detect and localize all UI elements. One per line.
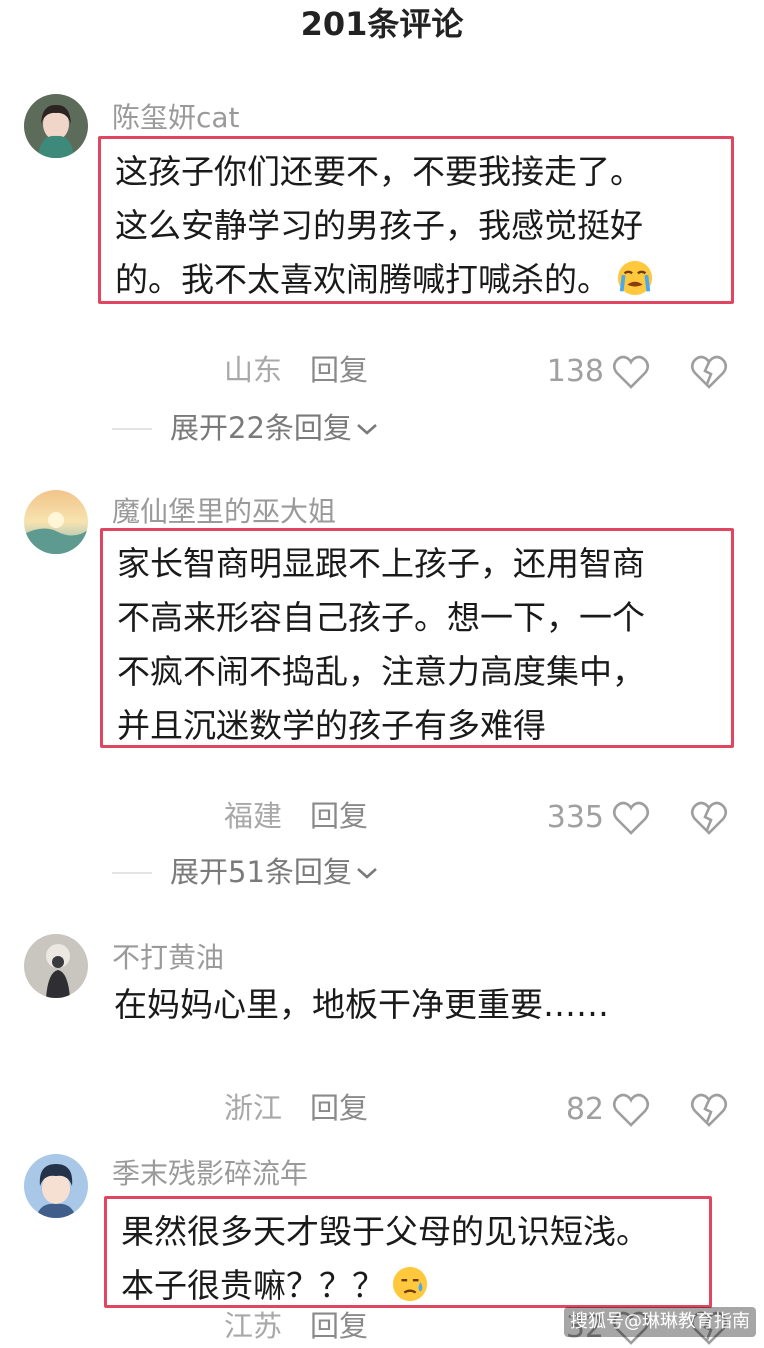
comment-location: 福建: [224, 799, 283, 833]
username[interactable]: 季末残影碎流年: [112, 1152, 308, 1192]
reply-button[interactable]: 回复: [310, 1088, 368, 1128]
avatar-image: [24, 94, 88, 158]
comment-text: 不疯不闹不捣乱，注意力高度集中，: [117, 652, 645, 691]
broken-heart-dislike-icon[interactable]: [690, 1092, 728, 1128]
comment-highlight-box: 这孩子你们还要不，不要我接走了。 这么安静学习的男孩子，我感觉挺好 的。我不太喜…: [98, 136, 734, 304]
comments-count-title: 201条评论: [300, 5, 464, 43]
avatar[interactable]: [24, 1154, 88, 1218]
watermark: 搜狐号@琳琳教育指南: [564, 1307, 756, 1337]
comment-text: 的。我不太喜欢闹腾喊打喊杀的。: [115, 260, 610, 299]
like-count: 335: [546, 800, 604, 835]
like-count: 138: [546, 354, 604, 389]
divider: [112, 872, 152, 874]
comment-text: 家长智商明显跟不上孩子，还用智商: [117, 544, 645, 583]
comment-highlight-box: 家长智商明显跟不上孩子，还用智商 不高来形容自己孩子。想一下，一个 不疯不闹不捣…: [100, 528, 734, 748]
comment-text: 本子很贵嘛？？？: [121, 1259, 697, 1313]
expand-replies-button[interactable]: 展开51条回复: [170, 852, 378, 892]
username[interactable]: 陈玺妍cat: [112, 96, 240, 136]
reply-button[interactable]: 回复: [310, 796, 368, 836]
expand-replies-label: 展开22条回复: [170, 411, 352, 445]
comment-text: 的。我不太喜欢闹腾喊打喊杀的。: [115, 253, 719, 307]
comment-location: 浙江: [224, 1091, 283, 1125]
like-count: 82: [565, 1092, 604, 1127]
comment-text: 并且沉迷数学的孩子有多难得: [117, 706, 546, 745]
expand-replies-button[interactable]: 展开22条回复: [170, 408, 378, 448]
expand-replies-label: 展开51条回复: [170, 855, 352, 889]
avatar[interactable]: [24, 490, 88, 554]
avatar[interactable]: [24, 94, 88, 158]
comment-highlight-box: 果然很多天才毁于父母的见识短浅。 本子很贵嘛？？？: [104, 1196, 712, 1308]
heart-like-icon[interactable]: [612, 1092, 650, 1128]
avatar-image: [24, 490, 88, 554]
comment-text: 在妈妈心里，地板干净更重要……: [114, 985, 609, 1024]
chevron-down-icon: [357, 868, 377, 879]
avatar-image: [24, 1154, 88, 1218]
reply-button[interactable]: 回复: [310, 350, 368, 390]
divider: [112, 428, 152, 430]
comment-location: 山东: [224, 353, 283, 387]
avatar-image: [24, 934, 88, 998]
sad-sweat-face-emoji-icon: [392, 1266, 428, 1302]
comment-text: 这么安静学习的男孩子，我感觉挺好: [115, 206, 643, 245]
username[interactable]: 魔仙堡里的巫大姐: [112, 490, 336, 530]
comment-text: 果然很多天才毁于父母的见识短浅。: [121, 1212, 649, 1251]
heart-like-icon[interactable]: [612, 354, 650, 390]
broken-heart-dislike-icon[interactable]: [690, 800, 728, 836]
heart-like-icon[interactable]: [612, 800, 650, 836]
comment-location: 江苏: [224, 1309, 283, 1343]
chevron-down-icon: [357, 424, 377, 435]
comment-text: 这孩子你们还要不，不要我接走了。: [115, 152, 643, 191]
avatar[interactable]: [24, 934, 88, 998]
comment-text: 不高来形容自己孩子。想一下，一个: [117, 598, 645, 637]
username[interactable]: 不打黄油: [112, 936, 224, 976]
reply-button[interactable]: 回复: [310, 1306, 368, 1346]
comment-text: 本子很贵嘛？？？: [121, 1266, 385, 1305]
broken-heart-dislike-icon[interactable]: [690, 354, 728, 390]
crying-face-emoji-icon: [617, 260, 653, 296]
